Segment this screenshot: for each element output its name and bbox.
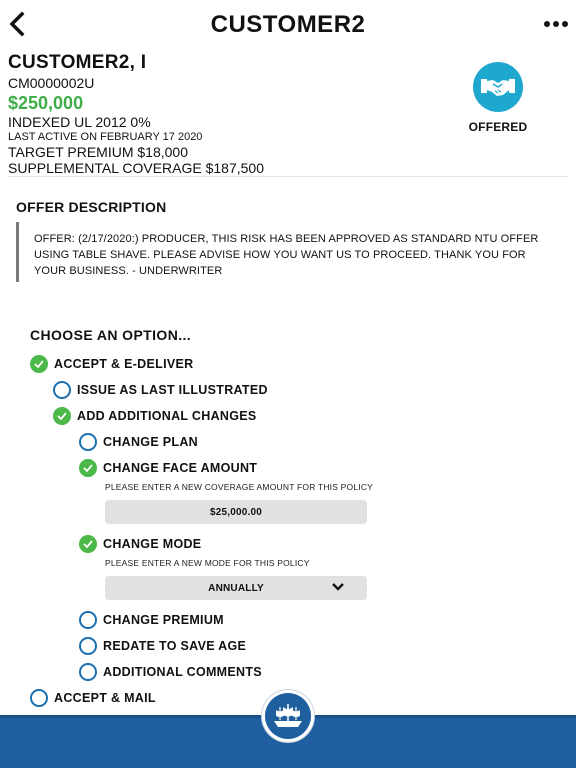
option-label: REDATE TO SAVE AGE — [103, 639, 247, 653]
option-label: ADDITIONAL COMMENTS — [103, 665, 262, 679]
option-label: ACCEPT & MAIL — [54, 691, 156, 705]
more-dot-icon — [544, 21, 550, 27]
radio-circle-icon — [53, 381, 71, 399]
option-change-mode[interactable]: CHANGE MODE — [79, 534, 201, 554]
option-label: ISSUE AS LAST ILLUSTRATED — [77, 383, 268, 397]
offer-description-heading: OFFER DESCRIPTION — [16, 199, 167, 215]
face-amount-value: $25,000.00 — [209, 506, 263, 518]
policy-status: OFFERED — [462, 62, 534, 134]
option-issue-last-illustrated[interactable]: ISSUE AS LAST ILLUSTRATED — [53, 380, 268, 400]
radio-circle-icon — [30, 689, 48, 707]
option-label: ADD ADDITIONAL CHANGES — [77, 409, 257, 423]
coverage-amount: $250,000 — [8, 93, 84, 113]
radio-circle-icon — [79, 611, 97, 629]
option-label: ACCEPT & E-DELIVER — [54, 357, 194, 371]
option-change-premium[interactable]: CHANGE PREMIUM — [79, 610, 224, 630]
page-title: CUSTOMER2 — [210, 11, 366, 38]
option-accept-edeliver[interactable]: ACCEPT & E-DELIVER — [30, 354, 193, 374]
check-circle-icon — [53, 407, 71, 425]
section-divider — [8, 176, 568, 177]
more-dot-icon — [562, 21, 568, 27]
mode-hint: PLEASE ENTER A NEW MODE FOR THIS POLICY — [105, 558, 310, 568]
last-active-date: LAST ACTIVE ON FEBRUARY 17 2020 — [8, 131, 203, 143]
chevron-down-icon — [332, 583, 344, 591]
check-circle-icon — [79, 459, 97, 477]
status-label: OFFERED — [468, 120, 528, 134]
policy-number: CM0000002U — [8, 75, 95, 91]
mode-select[interactable]: ANNUALLY — [105, 576, 367, 600]
offer-description-text: OFFER: (2/17/2020:) PRODUCER, THIS RISK … — [16, 222, 556, 282]
option-label: CHANGE FACE AMOUNT — [103, 461, 258, 475]
face-amount-hint: PLEASE ENTER A NEW COVERAGE AMOUNT FOR T… — [105, 482, 374, 492]
option-change-face-amount[interactable]: CHANGE FACE AMOUNT — [79, 458, 257, 478]
mode-selected-value: ANNUALLY — [208, 582, 264, 594]
more-dot-icon — [553, 21, 559, 27]
more-options-button[interactable] — [544, 14, 568, 34]
check-circle-icon — [79, 535, 97, 553]
face-amount-input[interactable]: $25,000.00 — [105, 500, 367, 524]
option-redate-save-age[interactable]: REDATE TO SAVE AGE — [79, 636, 246, 656]
target-premium: TARGET PREMIUM $18,000 — [8, 144, 188, 160]
customer-name: CUSTOMER2, I — [8, 52, 147, 73]
option-change-plan[interactable]: CHANGE PLAN — [79, 432, 198, 452]
top-header: CUSTOMER2 — [0, 0, 576, 50]
handshake-icon — [473, 62, 523, 112]
supplemental-coverage: SUPPLEMENTAL COVERAGE $187,500 — [8, 160, 264, 176]
home-logo-button[interactable] — [262, 690, 314, 742]
option-additional-comments[interactable]: ADDITIONAL COMMENTS — [79, 662, 262, 682]
option-label: CHANGE PREMIUM — [103, 613, 224, 627]
check-circle-icon — [30, 355, 48, 373]
option-accept-mail[interactable]: ACCEPT & MAIL — [30, 688, 156, 708]
option-add-additional-changes[interactable]: ADD ADDITIONAL CHANGES — [53, 406, 257, 426]
ship-logo-icon — [265, 693, 311, 739]
option-label: CHANGE PLAN — [103, 435, 198, 449]
radio-circle-icon — [79, 637, 97, 655]
radio-circle-icon — [79, 433, 97, 451]
option-label: CHANGE MODE — [103, 537, 202, 551]
product-name: INDEXED UL 2012 0% — [8, 114, 151, 130]
radio-circle-icon — [79, 663, 97, 681]
choose-option-heading: CHOOSE AN OPTION... — [30, 327, 192, 343]
customer-info: CUSTOMER2, I CM0000002U $250,000 INDEXED… — [8, 52, 408, 176]
